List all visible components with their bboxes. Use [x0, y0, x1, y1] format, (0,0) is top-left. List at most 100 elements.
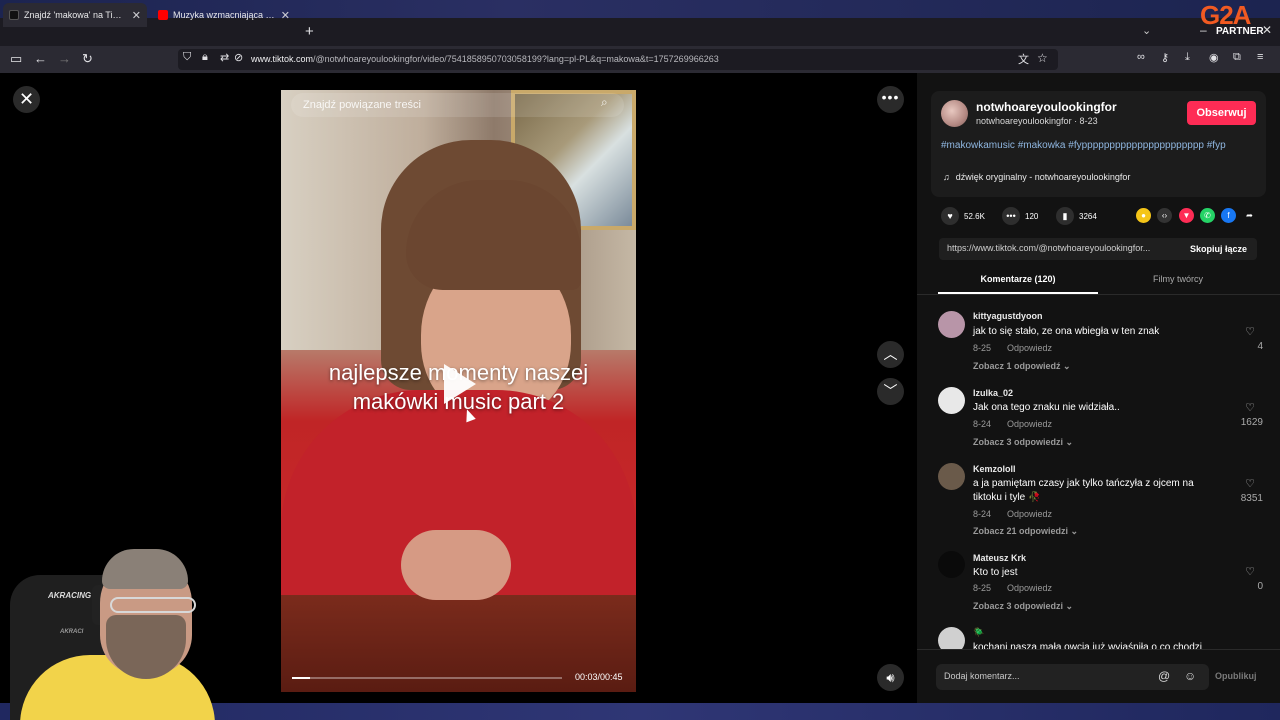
tab-creator-videos[interactable]: Filmy twórcy — [1098, 274, 1258, 284]
video-player[interactable]: Znajdź powiązane treści ⌕ najlepsze mome… — [281, 90, 636, 692]
sound-link[interactable]: ♫ dźwięk oryginalny - notwhoareyoulooking… — [943, 172, 1130, 182]
tab-title: Muzyka wzmacniająca i oczyszcza — [173, 10, 275, 20]
comment-meta: 8-24 Odpowiedz — [973, 419, 1052, 429]
share-arrow-icon[interactable]: ➦ — [1242, 208, 1257, 223]
tiktok-favicon-icon — [9, 10, 19, 20]
mention-icon[interactable]: @ — [1158, 669, 1170, 683]
related-content-search[interactable]: Znajdź powiązane treści — [291, 93, 624, 117]
commenter-avatar[interactable] — [938, 463, 965, 490]
chair-brand-text-2: AKRACI — [60, 629, 84, 635]
permissions-icon[interactable]: ⇄ — [220, 51, 229, 64]
view-replies-button[interactable]: Zobacz 3 odpowiedzi ⌄ — [973, 437, 1073, 448]
comment-username[interactable]: kittyagustdyoon — [973, 311, 1043, 321]
coin-icon[interactable]: ● — [1136, 208, 1151, 223]
author-avatar[interactable] — [941, 100, 968, 127]
comment-like-count: 0 — [1257, 581, 1263, 592]
comment-date: 8-24 — [973, 509, 992, 519]
forward-arrow-icon[interactable]: → — [58, 51, 71, 66]
heart-outline-icon[interactable]: ♡ — [1238, 325, 1262, 338]
search-icon[interactable]: ⌕ — [601, 95, 608, 110]
youtube-favicon-icon — [158, 10, 168, 20]
video-progress-fill — [292, 677, 311, 679]
embed-icon[interactable]: ‹› — [1157, 208, 1172, 223]
comment-item: 🪲 kochani nasza mała owcja już wyjaśniła… — [938, 627, 1263, 649]
tracking-off-icon[interactable]: ⊘ — [234, 51, 243, 64]
browser-tab-youtube[interactable]: Muzyka wzmacniająca i oczyszcza ✕ — [152, 3, 296, 27]
view-replies-button[interactable]: Zobacz 1 odpowiedź ⌄ — [973, 361, 1071, 372]
extensions-icon[interactable]: ⧉ — [1233, 51, 1241, 64]
chevron-down-icon[interactable]: ⌄ — [1142, 24, 1151, 37]
copy-link-button[interactable]: Skopiuj łącze — [1180, 238, 1257, 260]
tab-title: Znajdź 'makowa' na TikTok | Wy — [24, 10, 126, 20]
menu-icon[interactable]: ≡ — [1257, 51, 1263, 63]
hashtags[interactable]: #makowkamusic #makowka #fypppppppppppppp… — [941, 139, 1261, 153]
commenter-avatar[interactable] — [938, 551, 965, 578]
view-replies-button[interactable]: Zobacz 3 odpowiedzi ⌄ — [973, 601, 1073, 612]
reply-button[interactable]: Odpowiedz — [1007, 343, 1052, 353]
webcam-overlay: AKRACING AKRACI — [0, 545, 215, 720]
url-path: /@notwhoareyoulookingfor/video/754185895… — [313, 54, 719, 64]
glasses-icon — [110, 597, 196, 613]
heart-outline-icon[interactable]: ♡ — [1238, 477, 1262, 490]
heart-outline-icon[interactable]: ♡ — [1238, 565, 1262, 578]
tab-comments[interactable]: Komentarze (120) — [938, 274, 1098, 284]
follow-button[interactable]: Obserwuj — [1187, 101, 1256, 125]
reply-button[interactable]: Odpowiedz — [1007, 509, 1052, 519]
video-progress-bar[interactable] — [292, 677, 562, 679]
reply-button[interactable]: Odpowiedz — [1007, 583, 1052, 593]
plus-icon[interactable]: + — [305, 23, 314, 40]
sidebar-toggle-icon[interactable]: ▭ — [10, 51, 22, 67]
comment-username[interactable]: Kemzololl — [973, 464, 1016, 474]
commenter-avatar[interactable] — [938, 311, 965, 338]
comment-username[interactable]: Mateusz Krk — [973, 553, 1026, 563]
author-username[interactable]: notwhoareyoulookingfor — [976, 100, 1117, 114]
bookmark-star-icon[interactable]: ☆ — [1037, 51, 1048, 65]
url-text[interactable]: www.tiktok.com/@notwhoareyoulookingfor/v… — [251, 54, 719, 64]
browser-tab-tiktok[interactable]: Znajdź 'makowa' na TikTok | Wy ✕ — [3, 3, 147, 27]
account-icon[interactable]: ◉ — [1209, 51, 1219, 64]
whatsapp-icon[interactable]: ✆ — [1200, 208, 1215, 223]
video-scene-fringe — [406, 180, 581, 290]
volume-icon[interactable]: 🔊︎ — [877, 664, 904, 691]
comment-stat[interactable]: ••• 120 — [1002, 207, 1038, 225]
previous-video-icon[interactable]: ︿ — [877, 341, 904, 368]
like-stat[interactable]: ♥ 52.6K — [941, 207, 985, 225]
publish-button[interactable]: Opublikuj — [1215, 671, 1257, 681]
video-time: 00:03/00:45 — [575, 672, 623, 682]
comment-text: Kto to jest — [973, 567, 1018, 578]
facebook-icon[interactable]: f — [1221, 208, 1236, 223]
next-video-icon[interactable]: ﹀ — [877, 378, 904, 405]
heart-outline-icon[interactable]: ♡ — [1238, 401, 1262, 414]
emoji-icon[interactable]: ☺ — [1184, 669, 1196, 683]
save-stat[interactable]: ▮ 3264 — [1056, 207, 1097, 225]
lock-icon[interactable]: 🔒︎ — [202, 51, 208, 64]
translate-icon[interactable]: 文 — [1018, 51, 1029, 67]
more-options-icon[interactable]: ••• — [877, 86, 904, 113]
reply-button[interactable]: Odpowiedz — [1007, 419, 1052, 429]
commenter-avatar[interactable] — [938, 627, 965, 649]
comment-text: kochani nasza mała owcja już wyjaśniła o… — [973, 642, 1203, 649]
commenter-avatar[interactable] — [938, 387, 965, 414]
send-icon[interactable]: ▼ — [1179, 208, 1194, 223]
key-icon[interactable]: ⚷ — [1161, 51, 1169, 64]
comment-meta: 8-24 Odpowiedz — [973, 509, 1052, 519]
sound-title: dźwięk oryginalny - notwhoareyoulookingf… — [955, 172, 1131, 182]
close-icon[interactable]: ✕ — [13, 86, 40, 113]
comment-item: Mateusz Krk Kto to jest 8-25 Odpowiedz Zo… — [938, 551, 1263, 611]
g2a-partner-text: PARTNER — [1216, 26, 1264, 37]
video-link-text[interactable]: https://www.tiktok.com/@notwhoareyoulook… — [947, 243, 1177, 253]
download-icon[interactable]: ⤓ — [1185, 51, 1190, 64]
reload-icon[interactable]: ↻ — [82, 51, 93, 67]
shield-icon[interactable]: ⛉ — [183, 51, 191, 64]
back-arrow-icon[interactable]: ← — [34, 51, 47, 66]
close-tab-icon[interactable]: ✕ — [281, 9, 290, 22]
comment-count: 120 — [1025, 211, 1039, 221]
play-icon[interactable] — [444, 364, 476, 404]
comment-username[interactable]: 🪲 — [973, 627, 984, 638]
mask-icon[interactable]: ∞ — [1137, 51, 1145, 63]
comment-username[interactable]: Izulka_02 — [973, 388, 1013, 398]
close-tab-icon[interactable]: ✕ — [132, 9, 141, 22]
view-replies-button[interactable]: Zobacz 21 odpowiedzi ⌄ — [973, 526, 1078, 537]
comment-text: Jak ona tego znaku nie widziała.. — [973, 402, 1120, 413]
bookmark-icon: ▮ — [1056, 207, 1074, 225]
